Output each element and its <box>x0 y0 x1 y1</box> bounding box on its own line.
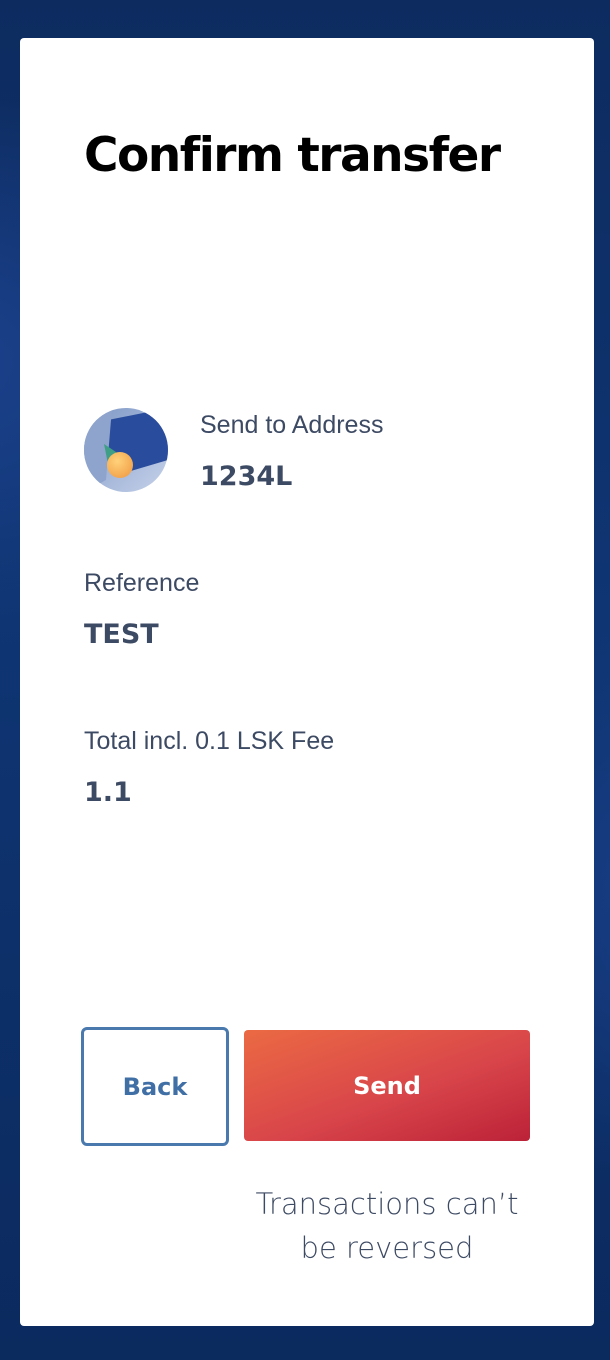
send-button[interactable]: Send <box>244 1030 530 1141</box>
back-button[interactable]: Back <box>81 1027 229 1146</box>
avatar-graphic <box>84 408 168 492</box>
recipient-address: 1234L <box>200 461 293 492</box>
warning-line-1: Transactions can’t <box>255 1187 519 1221</box>
irreversible-warning: Transactions can’t be reversed <box>244 1182 530 1270</box>
warning-line-2: be reversed <box>300 1231 474 1265</box>
send-to-address-label: Send to Address <box>200 411 384 439</box>
total-label: Total incl. 0.1 LSK Fee <box>84 727 335 755</box>
reference-label: Reference <box>84 569 200 597</box>
reference-value: TEST <box>84 619 159 650</box>
account-avatar-icon <box>84 408 168 492</box>
confirm-transfer-card: Confirm transfer Send to Address 1234L R… <box>20 38 594 1326</box>
total-value: 1.1 <box>84 777 132 808</box>
page-title: Confirm transfer <box>84 128 501 183</box>
